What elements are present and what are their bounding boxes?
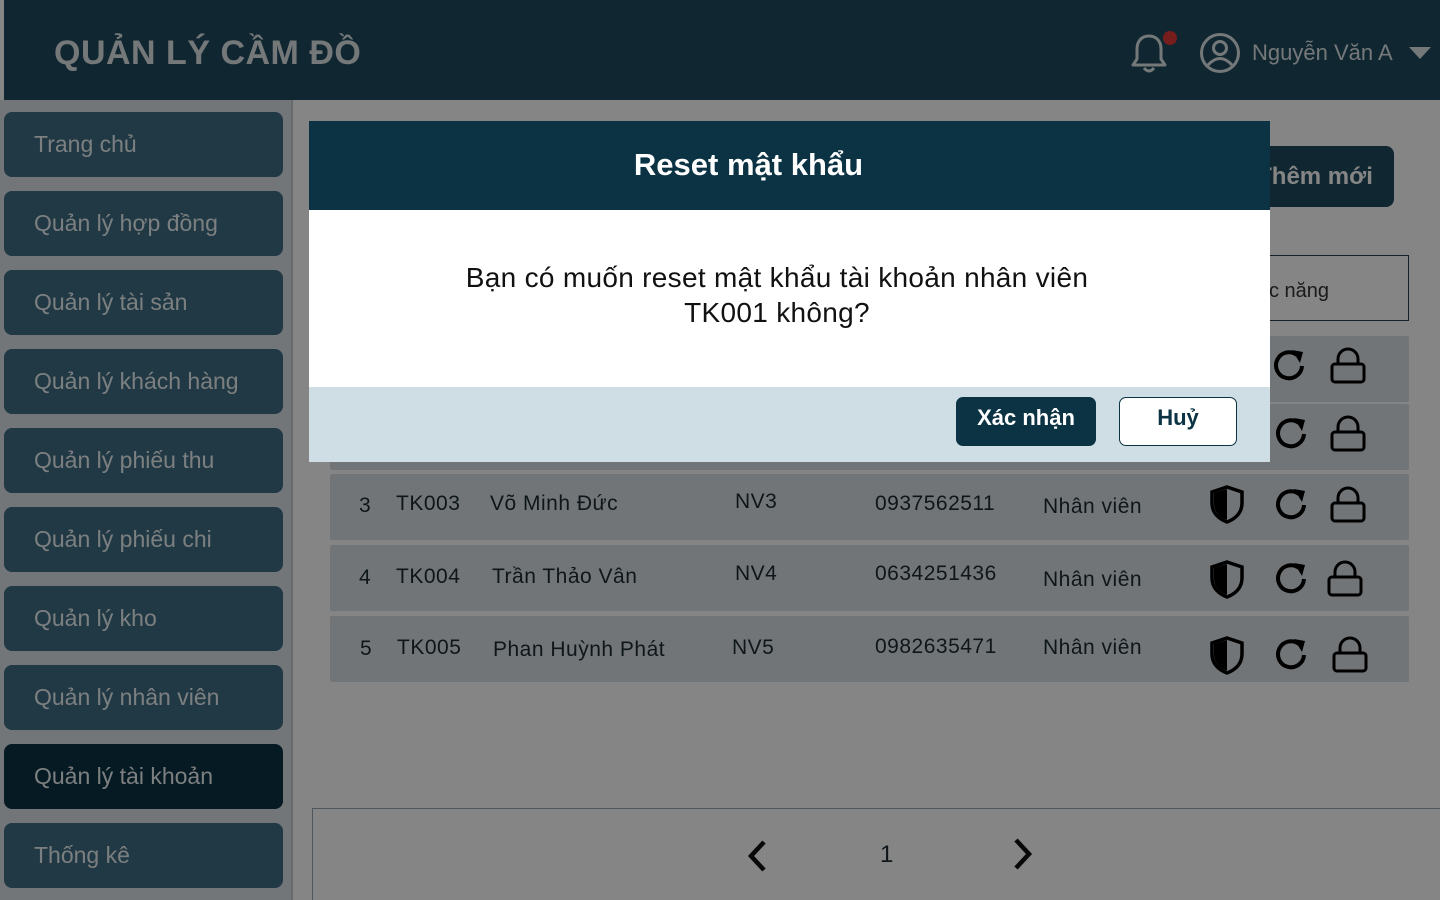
reset-password-dialog: Reset mật khẩu Bạn có muốn reset mật khẩ… [309,121,1270,462]
dialog-footer: Xác nhận Huỷ [309,387,1270,462]
cancel-button[interactable]: Huỷ [1119,397,1237,446]
dialog-message: Bạn có muốn reset mật khẩu tài khoản nhâ… [465,262,1089,328]
confirm-button[interactable]: Xác nhận [956,397,1096,446]
dialog-body: Bạn có muốn reset mật khẩu tài khoản nhâ… [309,210,1270,387]
dialog-header: Reset mật khẩu [309,121,1270,210]
dialog-title: Reset mật khẩu [633,147,864,182]
